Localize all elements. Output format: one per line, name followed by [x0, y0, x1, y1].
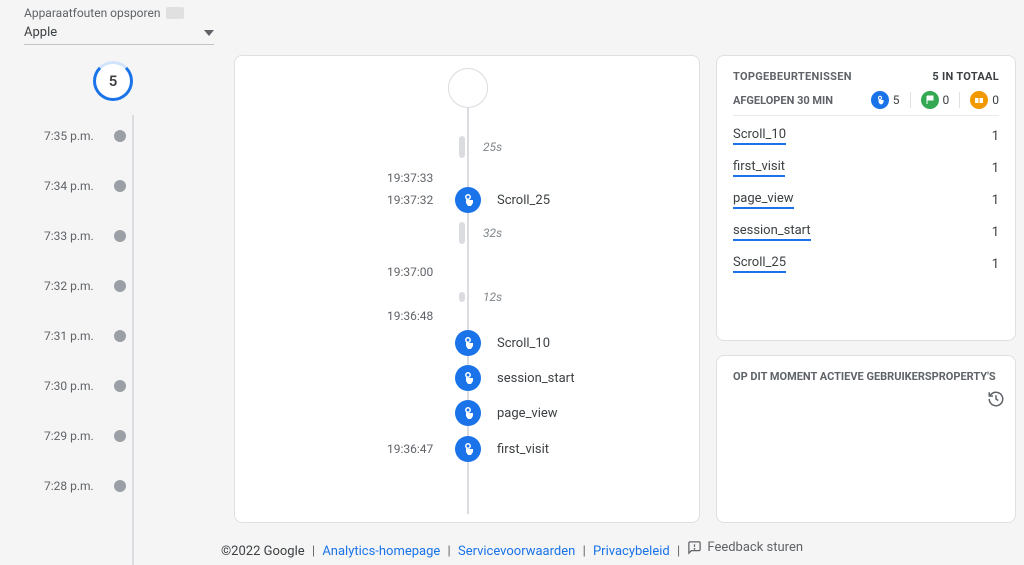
top-event-count: 1	[992, 161, 999, 176]
stream-head-circle	[448, 68, 488, 108]
history-icon[interactable]	[987, 390, 1005, 412]
info-badge-icon	[166, 7, 184, 19]
top-events-card: TOPGEBEURTENISSEN 5 IN TOTAAL AFGELOPEN …	[716, 55, 1016, 341]
minute-dot-icon	[114, 330, 126, 342]
chevron-down-icon	[204, 30, 214, 36]
top-event-count: 1	[992, 257, 999, 272]
event-name: Scroll_10	[497, 336, 550, 351]
gift-icon	[970, 91, 988, 109]
device-select[interactable]: Apple	[24, 25, 214, 45]
top-event-item[interactable]: Scroll_10 1	[733, 120, 999, 152]
event-row[interactable]: session_start	[235, 363, 699, 393]
top-event-name: Scroll_25	[733, 255, 786, 273]
event-row[interactable]: Scroll_10	[235, 328, 699, 358]
top-event-item[interactable]: page_view 1	[733, 184, 999, 216]
user-properties-card: OP DIT MOMENT ACTIEVE GEBRUIKERSPROPERTY…	[716, 355, 1016, 523]
footer-link-analytics[interactable]: Analytics-homepage	[322, 544, 440, 559]
gift-count: 0	[992, 93, 999, 107]
minute-dot-icon	[114, 130, 126, 142]
minute-label: 7:33 p.m.	[8, 229, 94, 243]
minute-row[interactable]: 7:34 p.m.	[8, 161, 218, 211]
minute-dot-icon	[114, 280, 126, 292]
event-name: page_view	[497, 406, 558, 421]
touch-event-icon	[455, 330, 481, 356]
top-event-name: first_visit	[733, 159, 785, 177]
top-event-count: 1	[992, 193, 999, 208]
minute-dot-icon	[114, 430, 126, 442]
user-properties-title: OP DIT MOMENT ACTIEVE GEBRUIKERSPROPERTY…	[733, 370, 999, 383]
flag-count: 0	[943, 93, 950, 107]
minute-row[interactable]: 7:35 p.m.	[8, 111, 218, 161]
event-time: 19:36:48	[387, 309, 433, 323]
top-events-subtitle: AFGELOPEN 30 MIN	[733, 94, 833, 107]
event-name: session_start	[497, 371, 575, 386]
minute-label: 7:34 p.m.	[8, 179, 94, 193]
time-row: 19:36:48	[235, 301, 699, 331]
minute-dot-icon	[114, 180, 126, 192]
gap-row: 32s	[235, 218, 699, 248]
active-users-bubble[interactable]: 5	[93, 61, 133, 101]
minute-timeline: 5 7:35 p.m. 7:34 p.m. 7:33 p.m. 7:32 p.m. 7:…	[8, 55, 218, 523]
touch-event-icon	[455, 436, 481, 462]
gap-pill-icon	[459, 136, 465, 158]
minute-label: 7:30 p.m.	[8, 379, 94, 393]
touch-event-icon	[455, 187, 481, 213]
touch-icon	[871, 91, 889, 109]
footer-link-terms[interactable]: Servicevoorwaarden	[458, 544, 575, 559]
minute-dot-icon	[114, 480, 126, 492]
event-name: first_visit	[497, 442, 549, 457]
event-row[interactable]: page_view	[235, 398, 699, 428]
event-type-counts: 5 0 0	[871, 91, 999, 109]
flag-icon	[921, 91, 939, 109]
gap-label: 32s	[483, 226, 502, 240]
footer-link-privacy[interactable]: Privacybeleid	[593, 544, 670, 559]
active-users-count: 5	[109, 72, 118, 90]
gap-label: 25s	[483, 140, 502, 154]
event-time: 19:37:00	[387, 265, 433, 279]
top-event-name: page_view	[733, 191, 794, 209]
minute-label: 7:28 p.m.	[8, 479, 94, 493]
top-event-item[interactable]: first_visit 1	[733, 152, 999, 184]
copyright: ©2022 Google	[221, 544, 305, 559]
event-name: Scroll_25	[497, 193, 550, 208]
feedback-link[interactable]: Feedback sturen	[687, 540, 803, 555]
top-events-total: 5 IN TOTAAL	[932, 70, 999, 83]
touch-event-icon	[455, 365, 481, 391]
touch-count: 5	[893, 93, 900, 107]
event-stream-card: 25s 19:37:33 19:37:32 Scroll_25 32s 19:37:00 1…	[234, 55, 700, 523]
minute-row[interactable]: 7:30 p.m.	[8, 361, 218, 411]
top-events-title: TOPGEBEURTENISSEN	[733, 70, 852, 83]
minute-label: 7:29 p.m.	[8, 429, 94, 443]
touch-event-icon	[455, 400, 481, 426]
minute-label: 7:35 p.m.	[8, 129, 94, 143]
minute-row[interactable]: 7:32 p.m.	[8, 261, 218, 311]
minute-row[interactable]: 7:29 p.m.	[8, 411, 218, 461]
minute-dot-icon	[114, 230, 126, 242]
event-time: 19:36:47	[387, 442, 433, 456]
minute-row[interactable]: 7:31 p.m.	[8, 311, 218, 361]
footer: ©2022 Google | Analytics-homepage | Serv…	[0, 540, 1024, 559]
gap-pill-icon	[459, 222, 465, 244]
top-event-count: 1	[992, 129, 999, 144]
top-event-item[interactable]: session_start 1	[733, 216, 999, 248]
top-event-name: Scroll_10	[733, 127, 786, 145]
minute-label: 7:32 p.m.	[8, 279, 94, 293]
minute-dot-icon	[114, 380, 126, 392]
top-event-item[interactable]: Scroll_25 1	[733, 248, 999, 280]
top-event-count: 1	[992, 225, 999, 240]
minute-row[interactable]: 7:33 p.m.	[8, 211, 218, 261]
gap-row: 25s	[235, 132, 699, 162]
event-row[interactable]: 19:37:32 Scroll_25	[235, 185, 699, 215]
event-row[interactable]: 19:36:47 first_visit	[235, 434, 699, 464]
minute-row[interactable]: 7:28 p.m.	[8, 461, 218, 511]
top-event-name: session_start	[733, 223, 811, 241]
minute-label: 7:31 p.m.	[8, 329, 94, 343]
debug-devices-label: Apparaatfouten opsporen	[24, 6, 184, 20]
event-time: 19:37:32	[387, 193, 433, 207]
event-time: 19:37:33	[387, 171, 433, 185]
device-select-value: Apple	[24, 25, 57, 40]
